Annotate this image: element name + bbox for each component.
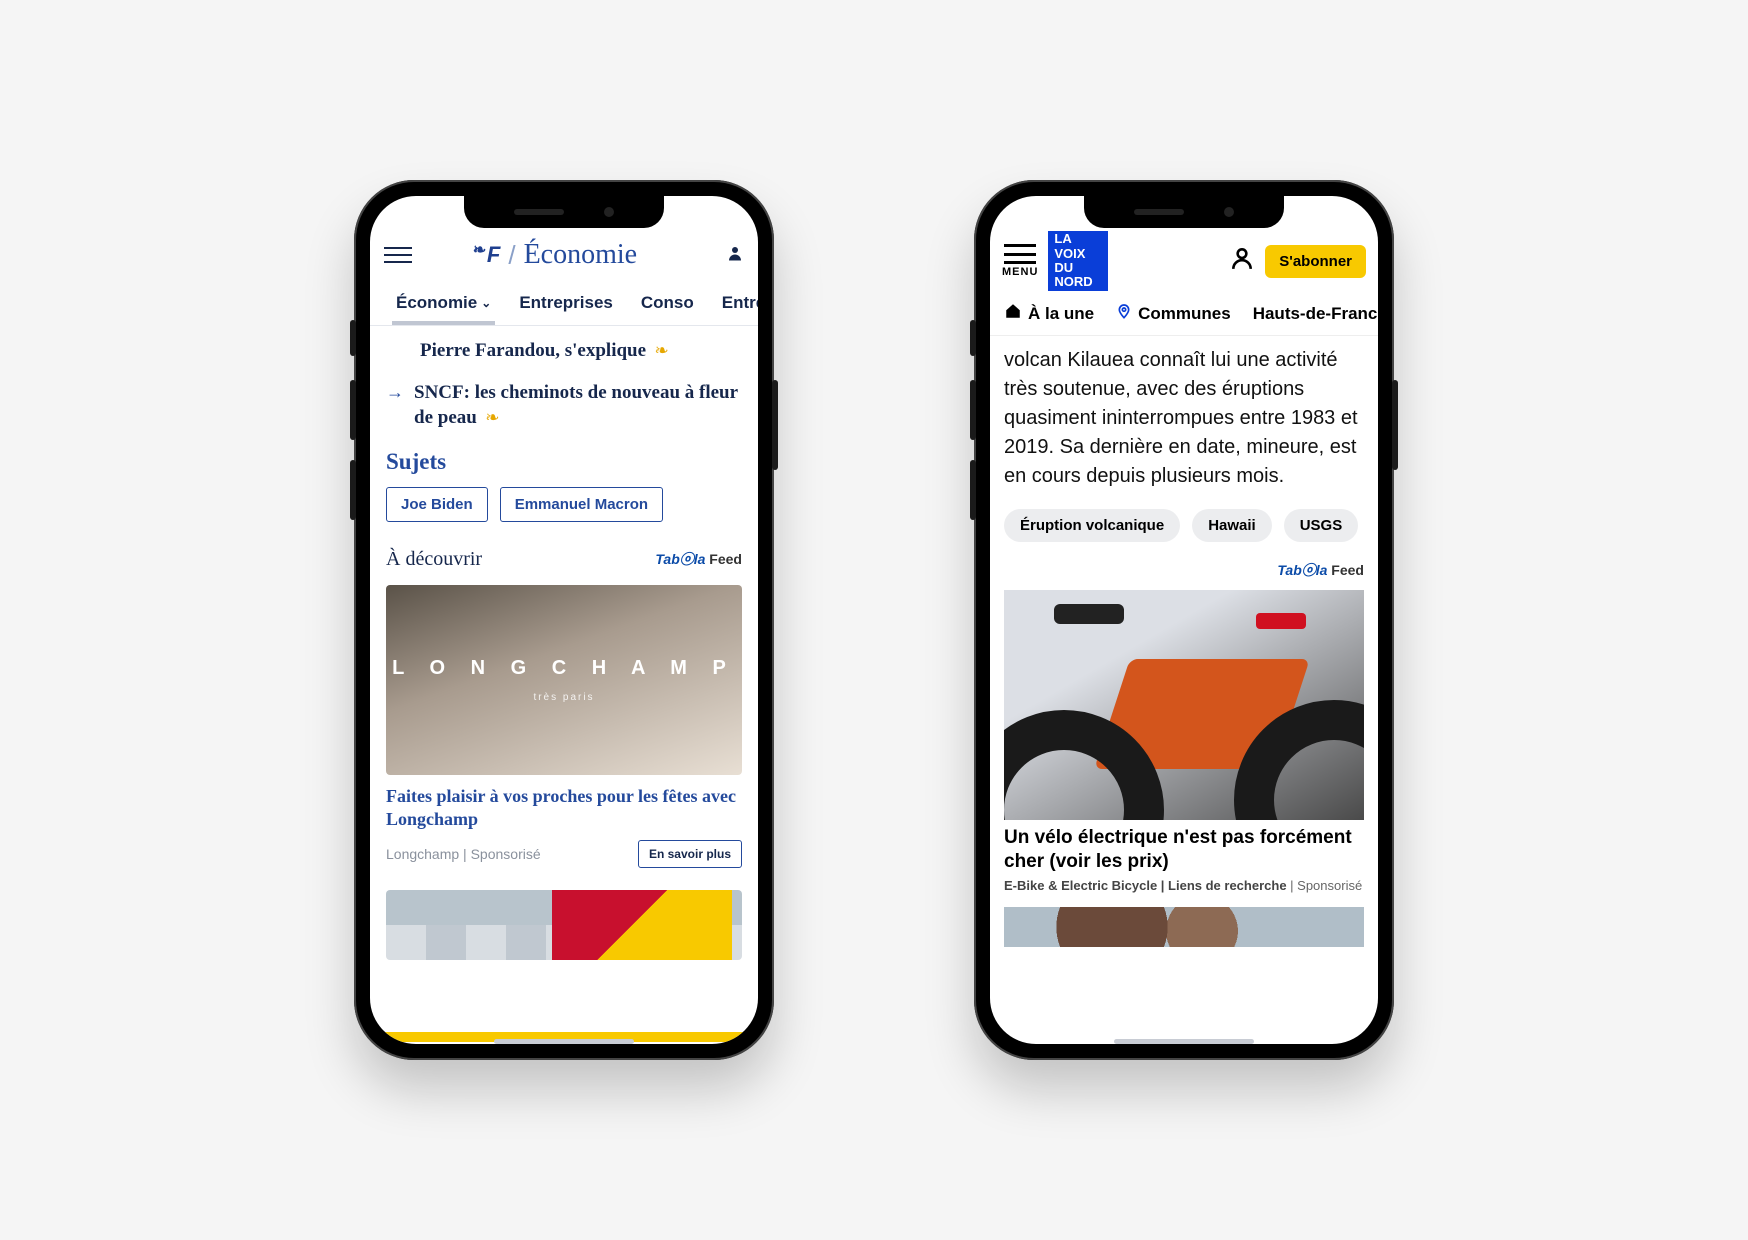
- tab-label: Entreprises: [519, 293, 613, 313]
- tab-economie[interactable]: Économie ⌄: [382, 293, 505, 325]
- tab-hauts-de-france[interactable]: Hauts-de-France: [1253, 302, 1378, 325]
- menu-button[interactable]: MENU: [1002, 244, 1038, 278]
- phone-mockup-figaro: F / Économie Économie ⌄ Entreprises Cons…: [354, 180, 774, 1060]
- ad-image: L O N G C H A M P très paris: [386, 585, 742, 775]
- tab-communes[interactable]: Communes: [1116, 302, 1231, 325]
- tab-label: Communes: [1138, 304, 1231, 324]
- ad-title: Un vélo électrique n'est pas forcément c…: [1004, 826, 1364, 874]
- hamburger-menu-icon: [1004, 244, 1036, 264]
- tag-eruption[interactable]: Éruption volcanique: [1004, 509, 1180, 542]
- subscribe-button[interactable]: S'abonner: [1265, 245, 1366, 278]
- tags-list: Éruption volcanique Hawaii USGS: [1004, 509, 1364, 542]
- figaro-logo-icon[interactable]: F: [487, 242, 500, 268]
- article-link[interactable]: Pierre Farandou, s'explique ❧: [386, 338, 742, 364]
- logo-line: NORD: [1054, 275, 1102, 289]
- tab-conso[interactable]: Conso: [627, 293, 708, 325]
- premium-icon: ❧: [655, 341, 669, 360]
- home-icon: [1004, 302, 1022, 325]
- sponsored-card-longchamp[interactable]: L O N G C H A M P très paris Faites plai…: [386, 585, 742, 868]
- premium-icon: ❧: [485, 408, 499, 427]
- arrow-right-icon: →: [386, 380, 404, 431]
- ad-cta-button[interactable]: En savoir plus: [638, 840, 742, 868]
- tag-hawaii[interactable]: Hawaii: [1192, 509, 1272, 542]
- tab-label: Économie: [396, 293, 477, 313]
- topic-chip-macron[interactable]: Emmanuel Macron: [500, 487, 663, 522]
- phone-mockup-vdn: MENU LA VOIX DU NORD S'abonner: [974, 180, 1394, 1060]
- section-title[interactable]: Économie: [524, 239, 638, 271]
- tab-label: Entrep: [722, 293, 758, 313]
- account-icon[interactable]: [1229, 245, 1255, 278]
- tab-entrep[interactable]: Entrep: [708, 293, 758, 325]
- sujets-heading: Sujets: [386, 449, 742, 475]
- vdn-tabs: À la une Communes Hauts-de-France: [990, 292, 1378, 336]
- vdn-header: MENU LA VOIX DU NORD S'abonner: [990, 230, 1378, 292]
- ad-brand-sub: très paris: [533, 692, 594, 703]
- tab-entreprises[interactable]: Entreprises: [505, 293, 627, 325]
- taboola-feed-label[interactable]: Tabⓞla Feed: [655, 549, 742, 569]
- hamburger-menu-icon[interactable]: [384, 247, 412, 263]
- discover-heading: À découvrir: [386, 548, 482, 571]
- sponsored-label: | Sponsorisé: [1287, 878, 1363, 893]
- ad-sponsor-text: Longchamp | Sponsorisé: [386, 846, 541, 862]
- article-title: SNCF: les cheminots de nouveau à fleur d…: [414, 382, 738, 429]
- article-body-text: volcan Kilauea connaît lui une activité …: [1004, 346, 1364, 491]
- ad-sponsor-text: E-Bike & Electric Bicycle | Liens de rec…: [1004, 878, 1364, 893]
- vdn-logo[interactable]: LA VOIX DU NORD: [1048, 231, 1108, 291]
- home-indicator[interactable]: [494, 1039, 634, 1044]
- article-title: Pierre Farandou, s'explique: [420, 340, 646, 361]
- chevron-down-icon: ⌄: [481, 296, 491, 310]
- sponsored-card-ebike[interactable]: Un vélo électrique n'est pas forcément c…: [1004, 590, 1364, 893]
- article-link[interactable]: → SNCF: les cheminots de nouveau à fleur…: [386, 380, 742, 431]
- pin-icon: [1116, 303, 1132, 324]
- ad-title: Faites plaisir à vos proches pour les fê…: [386, 785, 742, 832]
- tab-label: Hauts-de-France: [1253, 304, 1378, 324]
- sponsored-card-image[interactable]: [1004, 907, 1364, 947]
- sujets-list: Joe Biden Emmanuel Macron: [386, 487, 742, 522]
- topic-chip-biden[interactable]: Joe Biden: [386, 487, 488, 522]
- ad-sponsor-name: E-Bike & Electric Bicycle | Liens de rec…: [1004, 878, 1287, 893]
- ad-image: [1004, 590, 1364, 820]
- account-icon[interactable]: [712, 244, 744, 267]
- home-indicator[interactable]: [1114, 1039, 1254, 1044]
- logo-line: LA: [1054, 232, 1102, 246]
- tab-label: À la une: [1028, 304, 1094, 324]
- ad-brand-overlay: L O N G C H A M P: [392, 657, 736, 680]
- tag-usgs[interactable]: USGS: [1284, 509, 1359, 542]
- header-separator: /: [508, 240, 515, 271]
- figaro-tabs: Économie ⌄ Entreprises Conso Entrep: [370, 280, 758, 326]
- taboola-feed-label[interactable]: Tabⓞla Feed: [1277, 560, 1364, 580]
- menu-label: MENU: [1002, 266, 1038, 278]
- sponsored-card-image[interactable]: [386, 890, 742, 960]
- figaro-header: F / Économie: [370, 230, 758, 280]
- logo-line: DU: [1054, 261, 1102, 275]
- tab-a-la-une[interactable]: À la une: [1004, 302, 1094, 325]
- logo-line: VOIX: [1054, 247, 1102, 261]
- tab-label: Conso: [641, 293, 694, 313]
